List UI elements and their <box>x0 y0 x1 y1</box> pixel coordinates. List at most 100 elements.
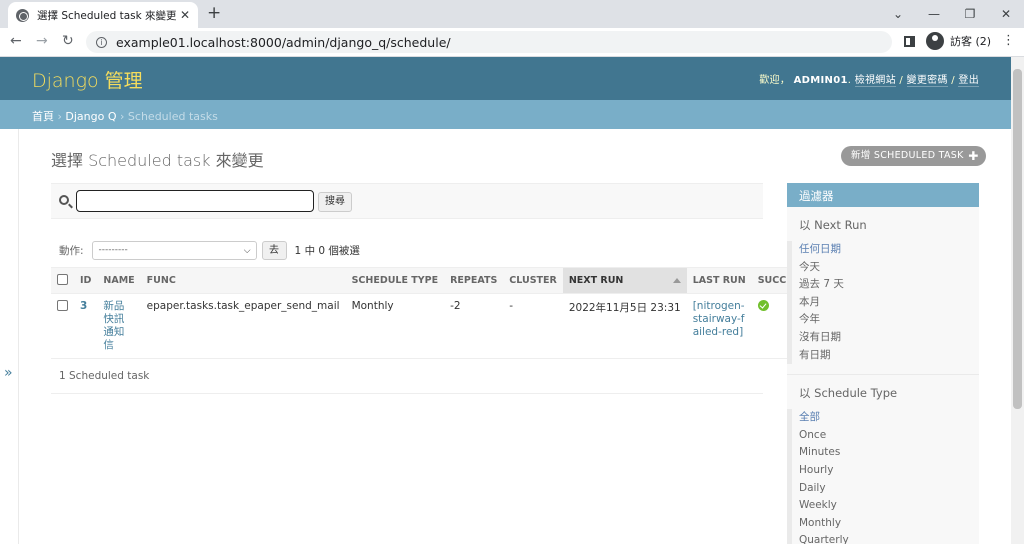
username: ADMIN01 <box>793 75 848 86</box>
repeats-cell: -2 <box>444 293 504 359</box>
add-button-label: 新增 SCHEDULED TASK <box>851 150 964 161</box>
select-all-checkbox[interactable] <box>57 273 68 285</box>
profile-button[interactable]: 訪客 (2) <box>926 32 991 50</box>
site-info-icon[interactable]: i <box>96 36 107 48</box>
admin-header: Django 管理 歡迎， ADMIN01. 檢視網站 / 變更密碼 / 登出 <box>0 57 1011 100</box>
page-title: 選擇 Scheduled task 來變更 <box>51 151 264 170</box>
side-panel-icon[interactable] <box>904 36 915 47</box>
filter-option[interactable]: 過去 7 天 <box>799 276 979 294</box>
tab-search-icon[interactable]: ⌄ <box>880 7 916 21</box>
filter-heading: 過濾器 <box>787 183 979 207</box>
breadcrumb-app[interactable]: Django Q <box>65 110 116 123</box>
column-header[interactable]: ID <box>74 267 98 294</box>
filter-divider <box>787 374 979 376</box>
id-cell: 3 <box>74 293 98 359</box>
nav-sidebar-toggle[interactable]: » <box>0 129 19 544</box>
column-header[interactable]: CLUSTER <box>503 267 563 294</box>
column-header[interactable]: NAME <box>97 267 141 294</box>
welcome-text: 歡迎， <box>759 75 791 86</box>
filter-option[interactable]: 全部 <box>799 409 979 427</box>
column-header-sorted[interactable]: NEXT RUN <box>562 267 687 294</box>
cluster-cell: - <box>503 293 563 359</box>
row-checkbox[interactable] <box>57 300 68 311</box>
reload-icon[interactable]: ↻ <box>62 33 74 49</box>
column-header[interactable]: REPEATS <box>444 267 504 294</box>
plus-icon: ✚ <box>968 149 979 163</box>
scrollbar-thumb[interactable] <box>1013 69 1022 409</box>
column-header[interactable]: SCHEDULE TYPE <box>345 267 445 294</box>
filter-option[interactable]: Monthly <box>799 515 979 533</box>
row-name-link[interactable]: 新品快訊通知信 <box>103 300 127 352</box>
actions-bar: 動作: --------- ⌵ 去 1 中 0 個被選 <box>51 239 763 261</box>
last-run-link[interactable]: [nitrogen-stairway-failed-red] <box>693 300 745 339</box>
result-list: ID NAME FUNC SCHEDULE TYPE REPEATS CLUST… <box>51 267 812 359</box>
breadcrumb-separator: › <box>57 110 62 123</box>
func-cell: epaper.tasks.task_epaper_send_mail <box>140 293 346 359</box>
selection-counter: 1 中 0 個被選 <box>294 244 360 257</box>
filter-option[interactable]: 今天 <box>799 259 979 277</box>
column-header[interactable]: FUNC <box>140 267 346 294</box>
minimize-icon[interactable]: — <box>916 7 952 21</box>
row-id-link[interactable]: 3 <box>80 300 87 312</box>
filter-option[interactable]: Weekly <box>799 497 979 515</box>
globe-icon <box>16 8 29 22</box>
forward-arrow-icon[interactable]: → <box>36 33 48 49</box>
browser-tab[interactable]: 選擇 Scheduled task 來變更 | Dj ✕ <box>8 2 198 28</box>
search-input[interactable] <box>76 190 314 212</box>
filter-list-schedule-type: 全部 Once Minutes Hourly Daily Weekly Mont… <box>787 409 979 544</box>
filter-option[interactable]: Quarterly <box>799 532 979 544</box>
url-text: example01.localhost:8000/admin/django_q/… <box>116 34 451 50</box>
breadcrumb-separator: › <box>120 110 125 123</box>
filter-option[interactable]: 任何日期 <box>799 241 979 259</box>
browser-tab-bar: 選擇 Scheduled task 來變更 | Dj ✕ + ⌄ — ❐ ✕ <box>0 0 1024 28</box>
action-label: 動作: <box>59 244 84 257</box>
select-all-header <box>51 267 74 294</box>
action-select[interactable]: --------- ⌵ <box>91 240 257 260</box>
filter-option[interactable]: 沒有日期 <box>799 329 979 347</box>
filter-option[interactable]: 有日期 <box>799 347 979 365</box>
page-scrollbar[interactable] <box>1011 57 1024 544</box>
filter-option[interactable]: Once <box>799 427 979 445</box>
table-row: 3 新品快訊通知信 epaper.tasks.task_epaper_send_… <box>51 293 812 359</box>
breadcrumb-home[interactable]: 首頁 <box>32 110 54 123</box>
filter-option[interactable]: Hourly <box>799 462 979 480</box>
filter-title-schedule-type: 以 Schedule Type <box>799 386 898 401</box>
name-cell: 新品快訊通知信 <box>97 293 141 359</box>
search-icon <box>59 195 69 205</box>
profile-label: 訪客 (2) <box>950 35 992 48</box>
filter-title-next-run: 以 Next Run <box>799 218 867 232</box>
column-header[interactable]: LAST RUN <box>686 267 752 294</box>
add-scheduled-task-button[interactable]: 新增 SCHEDULED TASK ✚ <box>841 146 986 166</box>
site-branding[interactable]: Django 管理 <box>32 66 143 93</box>
change-password-link[interactable]: 變更密碼 <box>906 75 948 87</box>
chevron-down-icon: ⌵ <box>243 245 251 256</box>
view-site-link[interactable]: 檢視網站 <box>854 75 896 87</box>
avatar-icon <box>926 32 944 50</box>
filter-option[interactable]: Daily <box>799 480 979 498</box>
table-header-row: ID NAME FUNC SCHEDULE TYPE REPEATS CLUST… <box>51 267 812 294</box>
address-bar[interactable]: i example01.localhost:8000/admin/django_… <box>86 31 892 53</box>
sort-ascending-icon[interactable] <box>672 278 681 283</box>
tab-title: 選擇 Scheduled task 來變更 | Dj <box>37 9 176 22</box>
browser-menu-icon[interactable]: ⋮ <box>1002 33 1015 48</box>
restore-icon[interactable]: ❐ <box>952 7 988 21</box>
search-button[interactable]: 搜尋 <box>318 192 352 212</box>
next-run-cell: 2022年11月5日 23:31 <box>562 293 687 359</box>
filter-option[interactable]: Minutes <box>799 444 979 462</box>
paginator: 1 Scheduled task <box>51 359 763 394</box>
filter-option[interactable]: 本月 <box>799 294 979 312</box>
new-tab-button[interactable]: + <box>207 3 221 23</box>
filter-option[interactable]: 今年 <box>799 311 979 329</box>
logout-link[interactable]: 登出 <box>958 75 979 87</box>
column-header-label: NEXT RUN <box>568 275 624 286</box>
back-arrow-icon[interactable]: ← <box>10 33 22 49</box>
changelist: 搜尋 動作: --------- ⌵ 去 1 中 0 個被選 ID NAME F… <box>51 183 812 394</box>
go-button[interactable]: 去 <box>261 240 287 260</box>
breadcrumb-current: Scheduled tasks <box>127 110 218 123</box>
window-close-icon[interactable]: ✕ <box>988 7 1024 21</box>
success-check-icon <box>757 300 769 311</box>
filter-list-next-run: 任何日期 今天 過去 7 天 本月 今年 沒有日期 有日期 <box>787 241 979 365</box>
action-selected-value: --------- <box>98 244 128 255</box>
close-icon[interactable]: ✕ <box>180 8 190 22</box>
browser-toolbar: ← → ↻ i example01.localhost:8000/admin/d… <box>0 28 1024 57</box>
